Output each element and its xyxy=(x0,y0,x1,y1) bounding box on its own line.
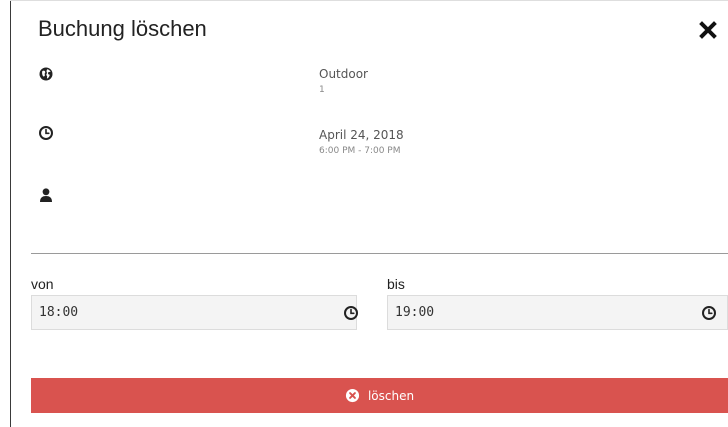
booking-delete-dialog: Buchung löschen Outdoor 1 April 24, 2018… xyxy=(0,0,728,427)
dialog-title: Buchung löschen xyxy=(38,16,207,41)
clock-icon[interactable] xyxy=(701,305,717,321)
clock-icon[interactable] xyxy=(343,305,359,321)
times-circle-icon xyxy=(345,388,360,403)
to-time-input[interactable] xyxy=(388,296,727,329)
to-label: bis xyxy=(387,276,405,292)
location-name: Outdoor xyxy=(319,67,368,81)
to-time-field[interactable] xyxy=(387,295,728,330)
section-divider xyxy=(31,253,728,254)
close-icon[interactable] xyxy=(698,20,718,40)
clock-icon xyxy=(38,125,54,141)
from-label: von xyxy=(31,276,54,292)
delete-button[interactable]: löschen xyxy=(31,378,728,413)
user-icon xyxy=(38,187,54,203)
globe-icon xyxy=(38,66,54,82)
location-number: 1 xyxy=(319,85,325,95)
from-time-field[interactable] xyxy=(31,295,359,330)
booking-date: April 24, 2018 xyxy=(319,128,404,142)
delete-button-label: löschen xyxy=(367,388,415,403)
booking-time-range: 6:00 PM - 7:00 PM xyxy=(319,146,401,156)
dialog-top-edge xyxy=(10,0,728,1)
dialog-left-edge xyxy=(10,0,11,427)
from-time-input[interactable] xyxy=(32,296,356,329)
